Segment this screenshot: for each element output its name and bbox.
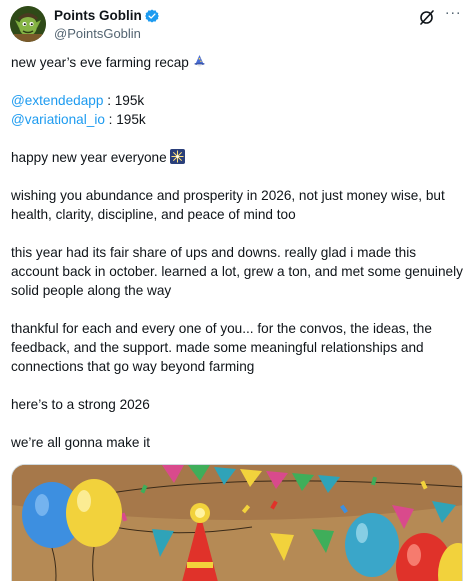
verified-badge-icon bbox=[144, 9, 159, 23]
grok-icon[interactable] bbox=[418, 8, 436, 26]
tweet-line-recap: new year’s eve farming recap bbox=[11, 53, 466, 72]
mention-line-extended: @extendedapp : 195k bbox=[11, 91, 466, 110]
tweet-line-happy: happy new year everyone bbox=[11, 148, 466, 167]
fireworks-emoji-icon bbox=[169, 149, 185, 164]
happy-text: happy new year everyone bbox=[11, 150, 167, 165]
tweet-para-strong: here’s to a strong 2026 bbox=[11, 397, 150, 412]
author-names: Points Goblin @PointsGoblin bbox=[54, 7, 159, 42]
mention-line-variational: @variational_io : 195k bbox=[11, 110, 466, 129]
wizard-emoji-icon bbox=[192, 54, 207, 69]
goblin-avatar[interactable] bbox=[10, 6, 46, 42]
author-display-name[interactable]: Points Goblin bbox=[54, 7, 142, 25]
author-handle[interactable]: @PointsGoblin bbox=[54, 25, 159, 42]
mention-variational[interactable]: @variational_io bbox=[11, 112, 105, 127]
mention-extendedapp[interactable]: @extendedapp bbox=[11, 93, 103, 108]
more-options-button[interactable]: ··· bbox=[442, 5, 464, 26]
party-illustration[interactable] bbox=[11, 464, 463, 581]
mention-extendedapp-value: : 195k bbox=[103, 93, 145, 108]
tweet-para-make-it: we’re all gonna make it bbox=[11, 435, 151, 450]
tweet-para-year: this year had its fair share of ups and … bbox=[11, 245, 463, 298]
tweet-para-thankful: thankful for each and every one of you..… bbox=[11, 321, 432, 374]
tweet-para-wishing: wishing you abundance and prosperity in … bbox=[11, 188, 445, 222]
recap-text: new year’s eve farming recap bbox=[11, 55, 189, 70]
mention-variational-value: : 195k bbox=[104, 112, 146, 127]
tweet-text: new year’s eve farming recap @extendedap… bbox=[11, 53, 466, 471]
tweet-header: Points Goblin @PointsGoblin ··· bbox=[10, 5, 466, 44]
